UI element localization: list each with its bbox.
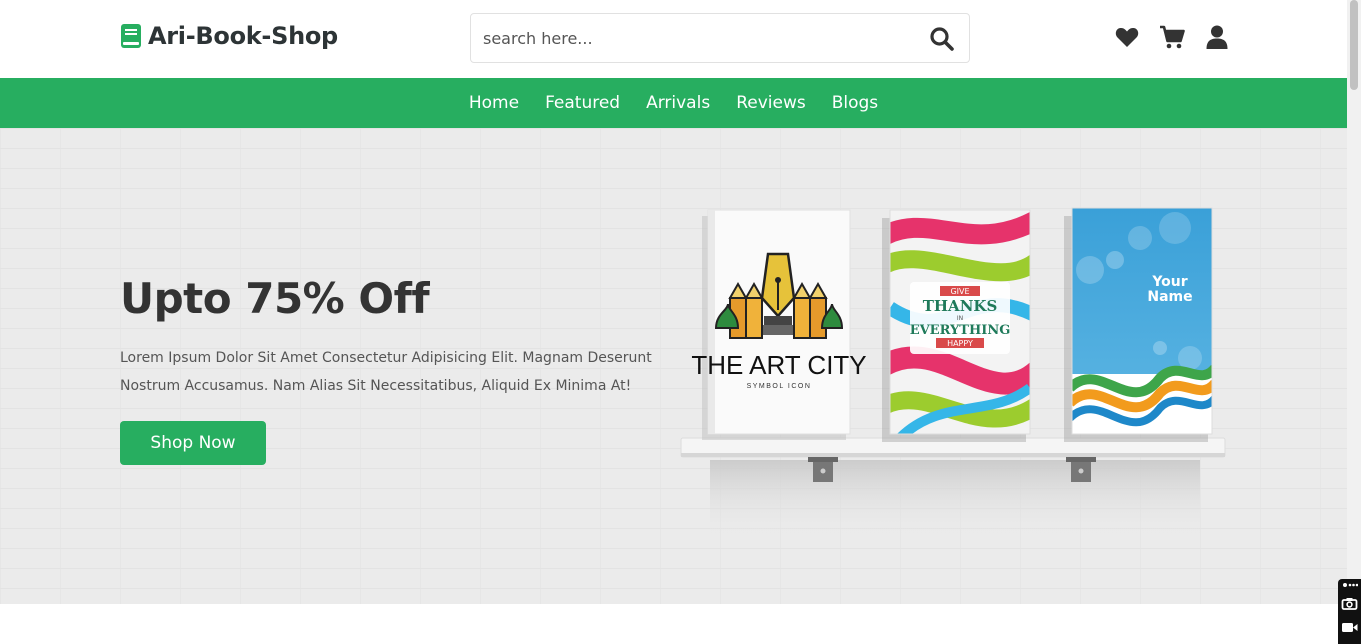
cart-icon[interactable] bbox=[1159, 24, 1185, 50]
nav-featured[interactable]: Featured bbox=[545, 93, 620, 113]
book-give-thanks: GIVE THANKS IN EVERYTHING HAPPY bbox=[882, 209, 1031, 442]
header: Ari-Book-Shop bbox=[0, 0, 1347, 78]
book-3-line-1: Your bbox=[1151, 274, 1187, 290]
main-nav: Home Featured Arrivals Reviews Blogs bbox=[0, 78, 1347, 128]
hero-description: Lorem Ipsum Dolor Sit Amet Consectetur A… bbox=[120, 350, 652, 394]
book-2-line-2: THANKS bbox=[923, 297, 998, 315]
book-2-line-5: HAPPY bbox=[947, 339, 973, 348]
search-input[interactable] bbox=[471, 14, 911, 62]
search-box bbox=[470, 13, 970, 63]
header-icons bbox=[1114, 24, 1230, 50]
book-shelf-illustration: THE ART CITY SYMBOL ICON GIVE THANKS IN … bbox=[680, 207, 1226, 540]
brand-name: Ari-Book-Shop bbox=[148, 22, 338, 50]
nav-blogs[interactable]: Blogs bbox=[832, 93, 878, 113]
capture-toolbar bbox=[1338, 579, 1361, 644]
more-options-icon[interactable] bbox=[1341, 581, 1358, 596]
user-icon[interactable] bbox=[1204, 24, 1230, 50]
book-2-line-1: GIVE bbox=[950, 287, 969, 296]
book-1-title: THE ART CITY bbox=[691, 350, 866, 380]
book-your-name: Your Name bbox=[1064, 207, 1213, 442]
book-icon bbox=[121, 24, 141, 48]
book-1-subtitle: SYMBOL ICON bbox=[747, 383, 812, 390]
heart-icon[interactable] bbox=[1114, 24, 1140, 50]
book-2-line-3: IN bbox=[957, 315, 963, 322]
nav-home[interactable]: Home bbox=[469, 93, 519, 113]
nav-arrivals[interactable]: Arrivals bbox=[646, 93, 710, 113]
scrollbar-thumb[interactable] bbox=[1350, 0, 1358, 90]
camera-icon[interactable] bbox=[1341, 596, 1358, 611]
hero-banner: Upto 75% Off Lorem Ipsum Dolor Sit Amet … bbox=[0, 128, 1347, 604]
search-icon[interactable] bbox=[929, 26, 955, 52]
nav-reviews[interactable]: Reviews bbox=[736, 93, 806, 113]
book-the-art-city: THE ART CITY SYMBOL ICON bbox=[691, 209, 867, 440]
page-scrollbar[interactable] bbox=[1347, 0, 1361, 644]
video-icon[interactable] bbox=[1341, 620, 1358, 635]
book-3-line-2: Name bbox=[1147, 289, 1192, 305]
brand-logo[interactable]: Ari-Book-Shop bbox=[120, 22, 338, 50]
page: Ari-Book-Shop H bbox=[0, 0, 1361, 644]
hero-headline: Upto 75% Off bbox=[120, 274, 430, 323]
book-2-line-4: EVERYTHING bbox=[910, 323, 1011, 338]
shop-now-button[interactable]: Shop Now bbox=[120, 421, 266, 465]
